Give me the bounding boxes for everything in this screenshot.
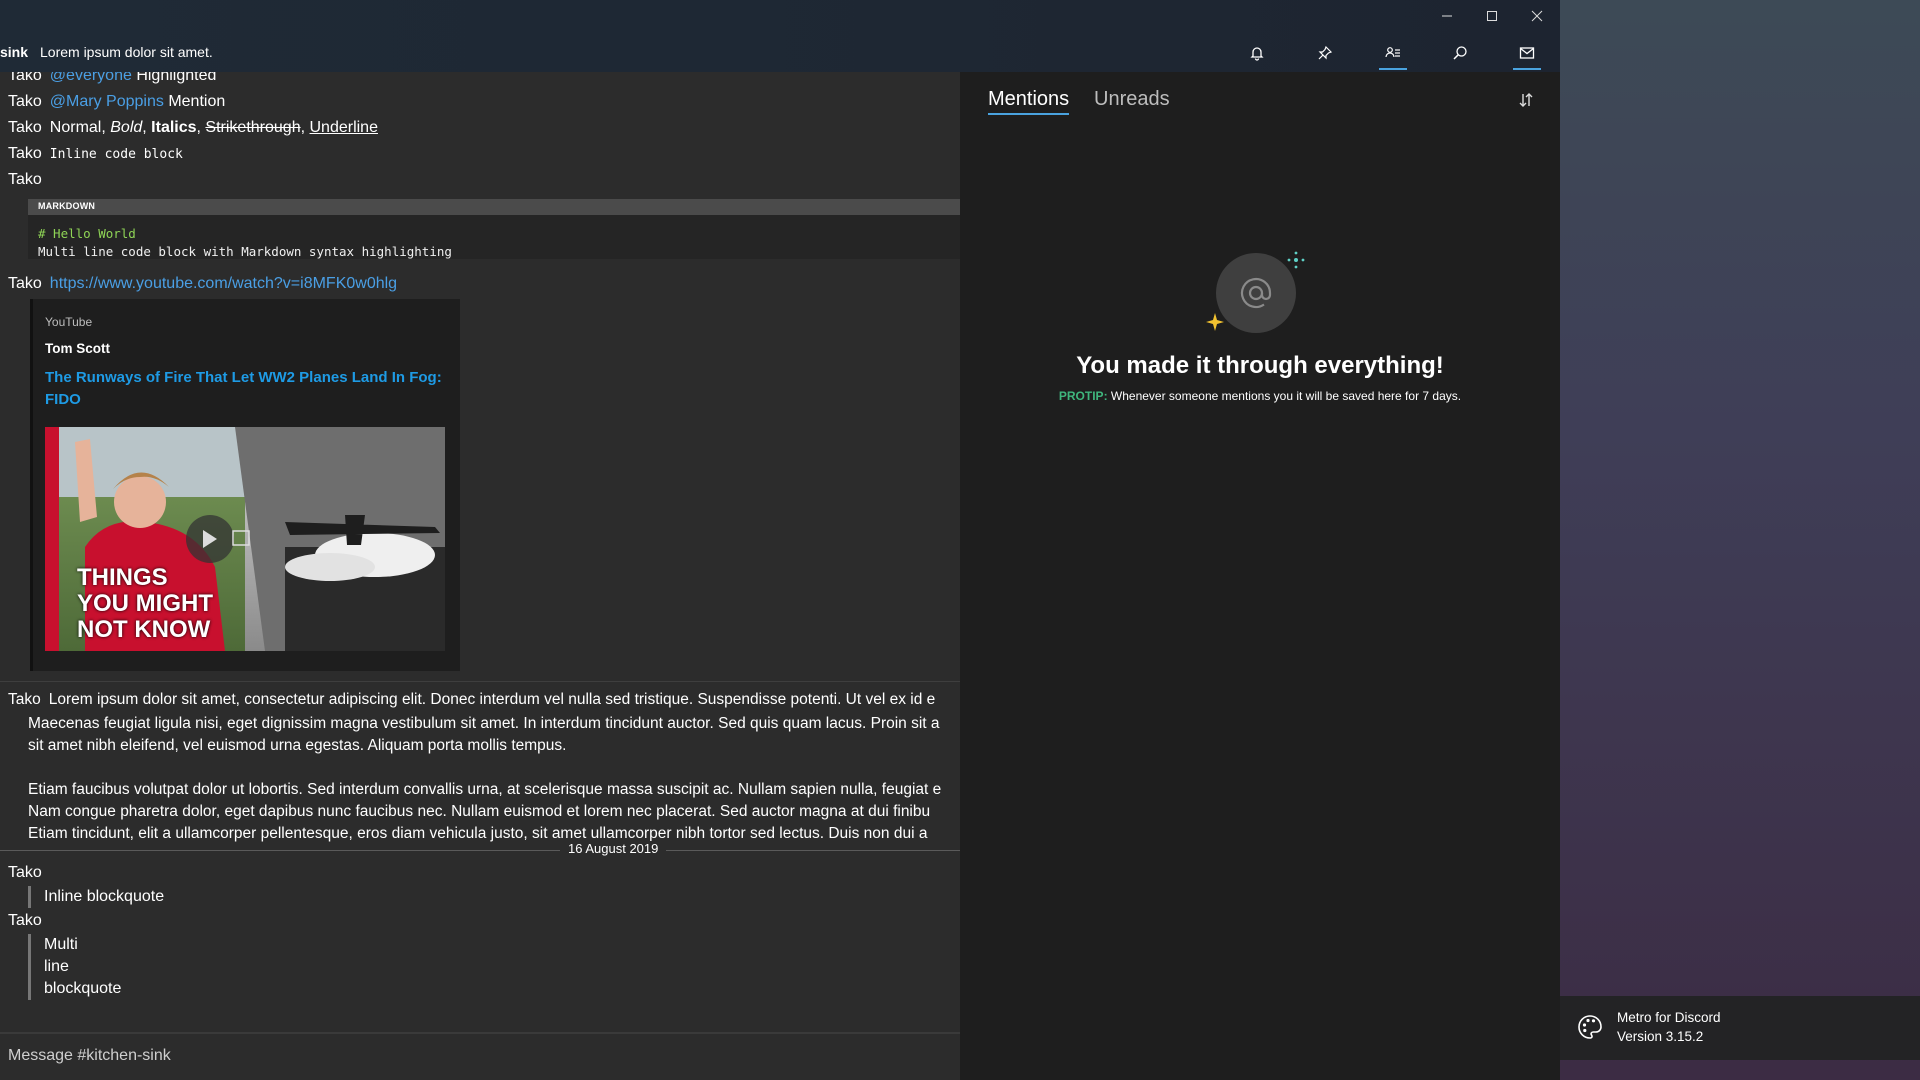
message: Tako <box>8 171 50 189</box>
sparkle-icon <box>1206 313 1224 331</box>
message: Tako Normal, Bold, Italics, Strikethrough… <box>8 119 378 136</box>
close-icon <box>1531 10 1543 22</box>
search-icon <box>1453 46 1467 60</box>
blockquote-line: line <box>44 958 69 975</box>
message-author[interactable]: Tako <box>8 275 42 292</box>
message-text: Highlighted <box>136 72 217 84</box>
empty-state-illustration <box>1216 253 1296 333</box>
date-divider-label: 16 August 2019 <box>560 841 667 856</box>
app-info-card[interactable]: Metro for Discord Version 3.15.2 <box>1560 996 1920 1060</box>
code-block: MARKDOWN # Hello World Multi line code b… <box>28 199 960 259</box>
message-author[interactable]: Tako <box>8 72 42 84</box>
message-text: Lorem ipsum dolor sit amet, consectetur … <box>48 691 936 708</box>
blockquote: Multi line blockquote <box>28 934 121 1000</box>
message-author[interactable]: Tako <box>8 912 42 929</box>
sparkle-dots-icon <box>1287 251 1305 269</box>
video-thumbnail[interactable]: THINGS YOU MIGHT NOT KNOW <box>45 427 445 651</box>
text-bold-italic: Bold <box>110 119 143 136</box>
sort-icon <box>1519 93 1533 107</box>
thumbnail-caption-line: NOT KNOW <box>77 616 211 643</box>
text-strikethrough: Strikethrough <box>205 119 301 136</box>
members-icon <box>1385 47 1400 58</box>
protip-text: Whenever someone mentions you it will be… <box>1110 389 1462 403</box>
search-button[interactable] <box>1443 36 1477 70</box>
empty-state-title: You made it through everything! <box>1076 352 1444 379</box>
sort-button[interactable] <box>1516 90 1536 110</box>
embed-title[interactable]: The Runways of Fire That Let WW2 Planes … <box>45 367 445 411</box>
message-composer[interactable]: Message #kitchen-sink <box>0 1032 960 1080</box>
message-list[interactable]: Tako @everyone Highlighted Tako @Mary Popp… <box>0 72 960 1032</box>
embed-author[interactable]: Tom Scott <box>45 341 110 356</box>
window-backdrop <box>1560 0 1920 1080</box>
message-author[interactable]: Tako <box>8 119 42 136</box>
protip-label: PROTIP: <box>1058 389 1108 403</box>
code-language-label: MARKDOWN <box>28 199 960 215</box>
minimize-icon <box>1442 15 1452 17</box>
channel-name[interactable]: sink <box>0 44 28 60</box>
message-text: Mention <box>168 93 226 110</box>
message-text: Etiam faucibus volutpat dolor ut loborti… <box>28 781 942 798</box>
text-underline: Underline <box>309 119 378 136</box>
message: Tako @everyone Highlighted <box>8 72 216 85</box>
tab-unreads[interactable]: Unreads <box>1094 88 1170 111</box>
blockquote-line: Inline blockquote <box>44 888 165 905</box>
thumbnail-caption: THINGS YOU MIGHT NOT KNOW <box>77 565 213 643</box>
members-button[interactable] <box>1376 36 1410 70</box>
mentions-panel: Mentions Unreads You made it through eve… <box>960 72 1560 1080</box>
maximize-button[interactable] <box>1469 0 1515 32</box>
message-author[interactable]: Tako <box>8 864 42 881</box>
protip: PROTIP: Whenever someone mentions you it… <box>960 389 1560 403</box>
at-icon <box>1240 277 1272 309</box>
message: Tako <box>8 912 50 930</box>
message-text: Nam congue pharetra dolor, eget dapibus … <box>28 803 931 820</box>
text-italics-bold: Italics <box>151 119 197 136</box>
blockquote-line: Multi <box>44 936 78 953</box>
message-link[interactable]: https://www.youtube.com/watch?v=i8MFK0w0… <box>50 275 397 292</box>
message: Tako Lorem ipsum dolor sit amet, consecte… <box>8 691 935 709</box>
message-divider <box>0 681 960 682</box>
close-button[interactable] <box>1514 0 1560 32</box>
app-name: Metro for Discord <box>1617 1010 1721 1025</box>
message: Tako <box>8 864 50 882</box>
mention-everyone[interactable]: @everyone <box>50 72 132 84</box>
minimize-button[interactable] <box>1424 0 1470 32</box>
date-divider <box>0 850 960 851</box>
thumbnail-caption-line: THINGS <box>77 564 168 591</box>
blockquote: Inline blockquote <box>28 886 164 908</box>
message-text: sit amet nibh eleifend, vel euismod urna… <box>28 737 567 754</box>
text-normal: Normal <box>49 119 102 136</box>
maximize-icon <box>1487 11 1497 21</box>
embed-provider[interactable]: YouTube <box>45 315 92 329</box>
message-author[interactable]: Tako <box>8 171 42 188</box>
title-bar <box>0 0 1560 32</box>
inline-code: Inline code block <box>49 147 183 162</box>
message-author[interactable]: Tako <box>8 691 41 708</box>
mention-user[interactable]: @Mary Poppins <box>50 93 164 110</box>
message-input[interactable]: Message #kitchen-sink <box>8 1047 171 1065</box>
inbox-button[interactable] <box>1510 36 1544 70</box>
palette-icon <box>1578 1015 1602 1039</box>
message: Tako https://www.youtube.com/watch?v=i8MF… <box>8 275 397 293</box>
pin-icon <box>1318 45 1333 60</box>
tab-mentions[interactable]: Mentions <box>988 88 1070 115</box>
message-author[interactable]: Tako <box>8 93 42 110</box>
message: Tako Inline code block <box>8 145 183 163</box>
bell-icon <box>1250 47 1264 61</box>
pins-button[interactable] <box>1308 36 1342 70</box>
app-version: Version 3.15.2 <box>1617 1029 1704 1044</box>
message-author[interactable]: Tako <box>8 145 42 162</box>
message-text: Maecenas feugiat ligula nisi, eget digni… <box>28 715 940 732</box>
thumbnail-caption-line: YOU MIGHT <box>77 590 213 617</box>
notifications-button[interactable] <box>1240 36 1274 70</box>
video-embed: YouTube Tom Scott The Runways of Fire Th… <box>30 299 460 671</box>
mail-icon <box>1519 47 1535 59</box>
code-line: # Hello World <box>38 226 136 241</box>
channel-topic: Lorem ipsum dolor sit amet. <box>40 44 213 60</box>
message-text: Etiam tincidunt, elit a ullamcorper pell… <box>28 825 928 842</box>
code-line: Multi line code block with Markdown synt… <box>38 244 452 259</box>
blockquote-line: blockquote <box>44 980 122 997</box>
message: Tako @Mary Poppins Mention <box>8 93 225 111</box>
